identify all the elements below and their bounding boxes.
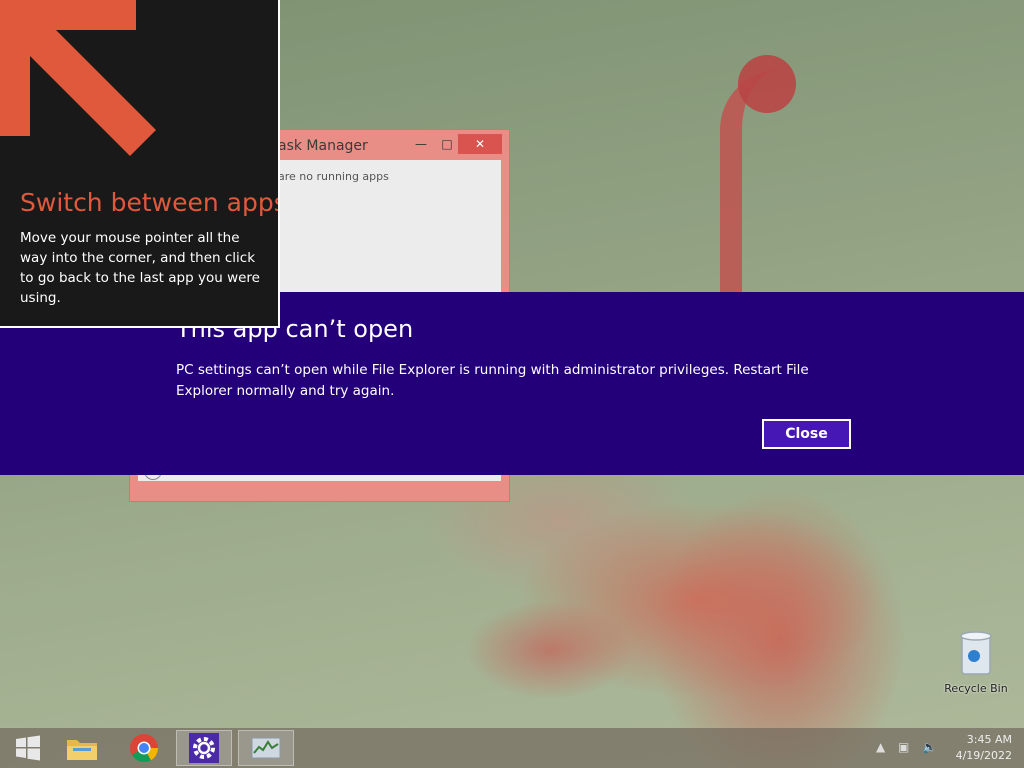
close-button[interactable]: Close xyxy=(762,419,851,449)
windows-logo-icon xyxy=(16,735,40,761)
hint-title: Switch between apps xyxy=(20,188,280,217)
clock-date: 4/19/2022 xyxy=(955,749,1012,762)
volume-muted-icon[interactable]: 🔈 xyxy=(922,740,937,754)
switch-apps-hint-panel: Switch between apps Move your mouse poin… xyxy=(0,0,280,328)
network-icon[interactable]: ▣ xyxy=(898,740,909,754)
maximize-button[interactable]: □ xyxy=(434,134,460,154)
clock-time: 3:45 AM xyxy=(966,733,1012,746)
no-apps-text: are no running apps xyxy=(278,170,389,183)
show-hidden-icons-icon[interactable]: ▲ xyxy=(876,740,885,754)
folder-icon xyxy=(67,740,97,760)
task-manager-icon xyxy=(251,737,281,759)
recycle-bin[interactable]: Recycle Bin xyxy=(940,630,1012,695)
banner-message: PC settings can’t open while File Explor… xyxy=(176,362,809,399)
hint-body: Move your mouse pointer all the way into… xyxy=(20,230,260,306)
gear-icon xyxy=(189,733,219,763)
minimize-button[interactable]: — xyxy=(408,134,434,154)
close-window-button[interactable]: ✕ xyxy=(458,134,502,154)
start-button[interactable] xyxy=(0,730,56,766)
task-manager-title: ask Manager xyxy=(278,138,368,154)
taskbar: ▲ ▣ 🔈 3:45 AM 4/19/2022 xyxy=(0,728,1024,768)
clock[interactable]: 3:45 AM 4/19/2022 xyxy=(950,732,1012,764)
chrome-icon xyxy=(130,734,159,763)
arrow-up-left-icon xyxy=(0,0,156,156)
file-explorer-button[interactable] xyxy=(54,730,110,766)
system-tray: ▲ ▣ 🔈 3:45 AM 4/19/2022 xyxy=(872,728,1024,768)
pc-settings-button[interactable] xyxy=(176,730,232,766)
chrome-button[interactable] xyxy=(116,730,172,766)
recycle-bin-label: Recycle Bin xyxy=(944,682,1008,695)
recycle-bin-icon xyxy=(960,631,992,675)
task-manager-taskbar-button[interactable] xyxy=(238,730,294,766)
